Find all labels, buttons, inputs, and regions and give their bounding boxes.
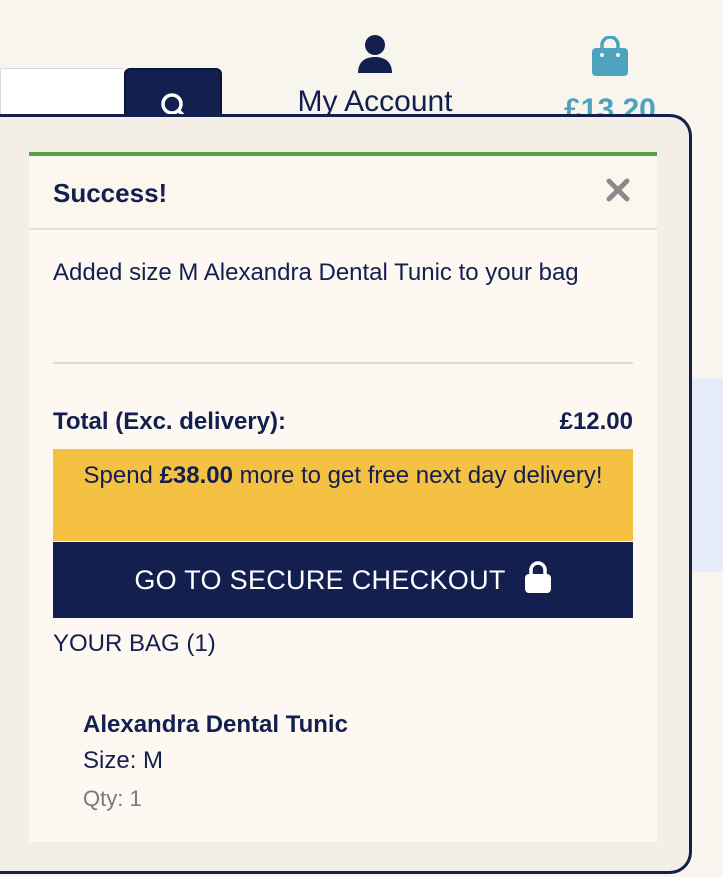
total-value: £12.00: [559, 408, 633, 435]
item-size: Size: M: [83, 747, 164, 774]
item-qty: Qty: 1: [83, 786, 142, 811]
close-icon: [605, 178, 631, 208]
lock-icon: [524, 560, 552, 601]
checkout-label: GO TO SECURE CHECKOUT: [134, 564, 506, 595]
close-button[interactable]: [605, 174, 631, 204]
person-icon: [270, 34, 480, 79]
delivery-prefix: Spend: [83, 462, 160, 489]
shopping-bag-icon: [555, 35, 665, 83]
my-account-link[interactable]: My Account: [270, 34, 480, 119]
divider: [53, 362, 633, 364]
background-panel: [690, 378, 723, 572]
total-row: Total (Exc. delivery): £12.00: [53, 408, 633, 440]
toast-message: Added size M Alexandra Dental Tunic to y…: [53, 259, 579, 286]
bag-item: Alexandra Dental Tunic Size: M Qty: 1: [83, 708, 623, 818]
success-toast: Success! Added size M Alexandra Dental T…: [29, 152, 657, 842]
free-delivery-banner: Spend £38.00 more to get free next day d…: [53, 449, 633, 541]
page: My Account £13.20 Success! Added size M …: [0, 0, 723, 877]
secure-checkout-button[interactable]: GO TO SECURE CHECKOUT: [53, 542, 633, 618]
delivery-suffix: more to get free next day delivery!: [232, 462, 603, 489]
item-name[interactable]: Alexandra Dental Tunic: [83, 708, 623, 742]
delivery-amount: £38.00: [159, 462, 233, 489]
search-input[interactable]: [0, 68, 124, 116]
toast-header: Success!: [29, 156, 657, 230]
bag-popover: Success! Added size M Alexandra Dental T…: [0, 114, 692, 874]
total-label: Total (Exc. delivery):: [53, 408, 286, 435]
toast-title: Success!: [53, 178, 168, 208]
bag-heading: YOUR BAG (1): [53, 630, 216, 657]
